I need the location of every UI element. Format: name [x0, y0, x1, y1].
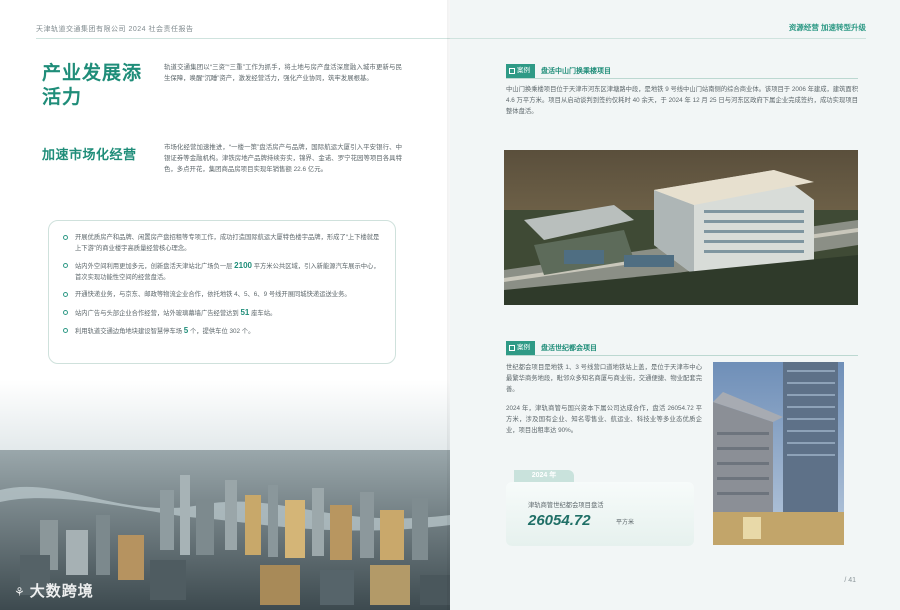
brand-logo: ⚘ 大数跨境	[14, 583, 94, 600]
case-paragraph: 世纪都会项目是地铁 1、3 号线营口道地铁站上盖，是位于天津市中心最繁华商务地段…	[506, 364, 702, 393]
subsection-paragraph: 市场化经营加速推进，“一楼一策”盘活房产与品牌，国际航运大厦引入平安银行、中银证…	[164, 144, 402, 173]
highlights-box: 开展优质房产和品牌、闲置房产盘招租等专项工作，成功打造国际航运大厦特色楼宇品牌，…	[48, 220, 396, 364]
logo-icon: ⚘	[14, 585, 26, 599]
stat-caption: 津轨商管世纪都会项目盘活	[528, 502, 604, 509]
case-icon	[509, 345, 515, 351]
case-divider	[506, 355, 858, 356]
section-title: 产业发展添活力	[42, 63, 143, 108]
stat-value: 26054.72	[528, 512, 591, 529]
header-rule	[450, 38, 866, 39]
case-description: 中山门换乘楼项目位于天津市河东区津塘路中段，是地铁 9 号线中山门站南侧的综合商…	[506, 86, 858, 115]
header-rule	[36, 38, 450, 39]
case-description: 世纪都会项目是地铁 1、3 号线营口道地铁站上盖，是位于天津市中心最繁华商务地段…	[506, 362, 702, 444]
bullet-icon	[63, 328, 68, 333]
case-title: 盘活中山门换乘楼项目	[541, 68, 611, 75]
report-header: 天津轨道交通集团有限公司 2024 社会责任报告	[36, 26, 194, 33]
bullet-icon	[63, 309, 68, 315]
bullet-item: 站内广告与头部企业合作经营，站外玻璃幕墙广告经营达到 51 座车站。	[63, 308, 381, 320]
stat-year: 2024 年	[514, 470, 574, 482]
bullet-item: 利用轨道交通边角地块建设智慧停车场 5 个，提供车位 302 个。	[63, 326, 381, 338]
bullet-item: 开通快递业务，与京东、邮政等物流企业合作，依托地铁 4、5、6、9 号线开展同城…	[63, 290, 381, 301]
intro-paragraph: 轨道交通集团以“三资”“三重”工作为抓手，将土地与房产盘活深度融入城市更新与民生…	[164, 64, 402, 82]
case-tag: 案例 盘活中山门换乘楼项目	[506, 64, 611, 78]
century-metropolis-photo	[713, 362, 844, 545]
case-divider	[506, 78, 858, 79]
bullet-icon	[63, 292, 68, 297]
transfer-building-photo	[504, 150, 858, 305]
city-aerial-photo	[0, 380, 450, 610]
section-header: 资源经营 加速转型升级	[788, 23, 866, 32]
case-label: 案例	[506, 64, 535, 78]
left-page: 天津轨道交通集团有限公司 2024 社会责任报告 产业发展添活力 轨道交通集团以…	[0, 0, 450, 610]
case-tag: 案例 盘活世纪都会项目	[506, 341, 597, 355]
bullet-item: 站内外空间利用更加多元，创新盘活天津站北广场负一层 2100 平方米公共区域，引…	[63, 261, 381, 283]
bullet-item: 开展优质房产和品牌、闲置房产盘招租等专项工作，成功打造国际航运大厦特色楼宇品牌，…	[63, 233, 381, 254]
bullet-icon	[63, 235, 68, 240]
stat-card: 2024 年 津轨商管世纪都会项目盘活 26054.72 平方米	[506, 470, 694, 546]
subsection-title: 加速市场化经营	[42, 147, 137, 162]
highlight-number: 2100	[234, 261, 252, 270]
case-paragraph: 2024 年，津轨商管与国兴资本下属公司达成合作，盘活 26054.72 平方米…	[506, 405, 702, 434]
bullet-icon	[63, 263, 68, 268]
page-number: / 41	[844, 577, 856, 584]
stat-unit: 平方米	[616, 520, 635, 526]
case-label: 案例	[506, 341, 535, 355]
case-icon	[509, 68, 515, 74]
case-title: 盘活世纪都会项目	[541, 345, 597, 352]
